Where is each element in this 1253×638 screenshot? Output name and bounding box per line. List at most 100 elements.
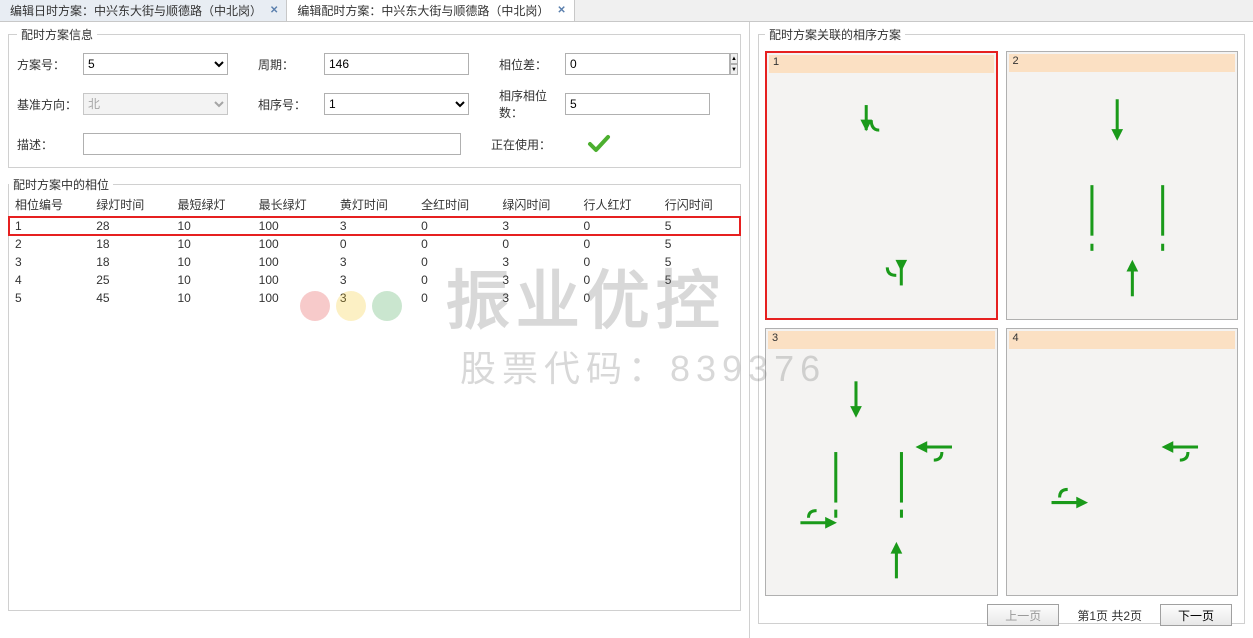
plan-no-label: 方案号：: [17, 56, 83, 73]
tab-label: 编辑配时方案：中兴东大街与顺德路（中北岗）: [297, 2, 549, 19]
offset-stepper[interactable]: ▲ ▼: [565, 53, 710, 75]
table-cell: 3: [496, 253, 577, 271]
tab-daily-plan[interactable]: 编辑日时方案：中兴东大街与顺德路（中北岗） ✕: [0, 0, 287, 21]
th: 黄灯时间: [334, 193, 415, 217]
plan-info-legend: 配时方案信息: [17, 26, 97, 43]
phase-table-group: 配时方案中的相位 相位编号 绿灯时间 最短绿灯 最长绿灯 黄灯时间 全红时间 绿…: [8, 176, 741, 611]
linked-sequence-group: 配时方案关联的相序方案 1: [758, 26, 1245, 624]
table-cell: [659, 289, 740, 307]
table-cell: 0: [496, 235, 577, 253]
table-row[interactable]: 2181010000005: [9, 235, 740, 253]
table-cell: 18: [90, 235, 171, 253]
table-cell: 25: [90, 271, 171, 289]
table-cell: 0: [578, 253, 659, 271]
next-page-button[interactable]: 下一页: [1160, 604, 1232, 626]
spin-up-icon[interactable]: ▲: [730, 53, 738, 64]
in-use-label: 正在使用：: [491, 136, 557, 153]
base-dir-label: 基准方向：: [17, 96, 83, 113]
table-cell: 10: [171, 289, 252, 307]
desc-input[interactable]: [83, 133, 461, 155]
table-cell: 5: [659, 235, 740, 253]
th: 全红时间: [415, 193, 496, 217]
table-cell: 5: [659, 253, 740, 271]
phase-cell-1[interactable]: 1: [765, 51, 998, 320]
phase-diagram-3: [768, 351, 995, 594]
table-row[interactable]: 4251010030305: [9, 271, 740, 289]
phase-cell-4[interactable]: 4: [1006, 328, 1239, 597]
plan-no-select[interactable]: 5: [83, 53, 228, 75]
table-cell: 5: [659, 271, 740, 289]
th: 相位编号: [9, 193, 90, 217]
table-cell: 100: [253, 253, 334, 271]
table-cell: 28: [90, 217, 171, 236]
checkmark-icon: [587, 134, 611, 154]
table-cell: 0: [578, 217, 659, 236]
phase-diagram-2: [1009, 74, 1236, 317]
table-cell: 0: [334, 235, 415, 253]
table-cell: 3: [334, 217, 415, 236]
table-cell: 0: [415, 235, 496, 253]
th: 行闪时间: [659, 193, 740, 217]
table-cell: 3: [334, 289, 415, 307]
phase-cell-3[interactable]: 3: [765, 328, 998, 597]
table-cell: 10: [171, 217, 252, 236]
tab-timing-plan[interactable]: 编辑配时方案：中兴东大街与顺德路（中北岗） ✕: [287, 0, 574, 21]
close-icon[interactable]: ✕: [268, 5, 280, 16]
table-cell: 3: [334, 253, 415, 271]
tab-label: 编辑日时方案：中兴东大街与顺德路（中北岗）: [10, 2, 262, 19]
offset-label: 相位差：: [499, 56, 565, 73]
table-header-row: 相位编号 绿灯时间 最短绿灯 最长绿灯 黄灯时间 全红时间 绿闪时间 行人红灯 …: [9, 193, 740, 217]
table-cell: 5: [9, 289, 90, 307]
spin-down-icon[interactable]: ▼: [730, 64, 738, 75]
table-cell: 2: [9, 235, 90, 253]
seq-phase-count-input[interactable]: [565, 93, 710, 115]
phase-cell-2[interactable]: 2: [1006, 51, 1239, 320]
table-cell: 10: [171, 253, 252, 271]
plan-info-group: 配时方案信息 方案号： 5 周期： 相位差： ▲ ▼ 基准方向：: [8, 26, 741, 168]
table-cell: 0: [415, 253, 496, 271]
phase-grid: 1: [765, 51, 1238, 596]
prev-page-button[interactable]: 上一页: [987, 604, 1059, 626]
th: 绿闪时间: [496, 193, 577, 217]
table-cell: 3: [496, 271, 577, 289]
table-cell: 3: [334, 271, 415, 289]
table-cell: 0: [578, 271, 659, 289]
linked-sequence-legend: 配时方案关联的相序方案: [765, 26, 905, 43]
table-cell: 100: [253, 289, 334, 307]
table-cell: 1: [9, 217, 90, 236]
table-cell: 5: [659, 217, 740, 236]
phase-diagram-4: [1009, 351, 1236, 594]
seq-phase-count-label: 相序相位数：: [499, 87, 565, 121]
table-cell: 3: [9, 253, 90, 271]
table-row[interactable]: 3181010030305: [9, 253, 740, 271]
offset-input[interactable]: [565, 53, 730, 75]
cycle-input[interactable]: [324, 53, 469, 75]
table-cell: 4: [9, 271, 90, 289]
phase-number: 4: [1009, 331, 1236, 349]
table-cell: 0: [415, 271, 496, 289]
seq-no-label: 相序号：: [258, 96, 324, 113]
table-cell: 45: [90, 289, 171, 307]
table-cell: 100: [253, 217, 334, 236]
table-cell: 10: [171, 235, 252, 253]
seq-no-select[interactable]: 1: [324, 93, 469, 115]
close-icon[interactable]: ✕: [555, 5, 567, 16]
table-row[interactable]: 545101003030: [9, 289, 740, 307]
phase-number: 3: [768, 331, 995, 349]
th: 最短绿灯: [171, 193, 252, 217]
base-dir-select: 北: [83, 93, 228, 115]
table-cell: 0: [578, 289, 659, 307]
right-panel: 配时方案关联的相序方案 1: [750, 22, 1253, 638]
table-cell: 100: [253, 235, 334, 253]
th: 最长绿灯: [253, 193, 334, 217]
th: 绿灯时间: [90, 193, 171, 217]
cycle-label: 周期：: [258, 56, 324, 73]
phase-diagram-1: [769, 75, 994, 316]
table-cell: 18: [90, 253, 171, 271]
table-cell: 0: [578, 235, 659, 253]
table-cell: 0: [415, 289, 496, 307]
phase-table-legend: 配时方案中的相位: [9, 176, 113, 193]
left-panel: 配时方案信息 方案号： 5 周期： 相位差： ▲ ▼ 基准方向：: [0, 22, 750, 638]
pager-status: 第1页 共2页: [1077, 607, 1142, 624]
table-row[interactable]: 1281010030305: [9, 217, 740, 236]
